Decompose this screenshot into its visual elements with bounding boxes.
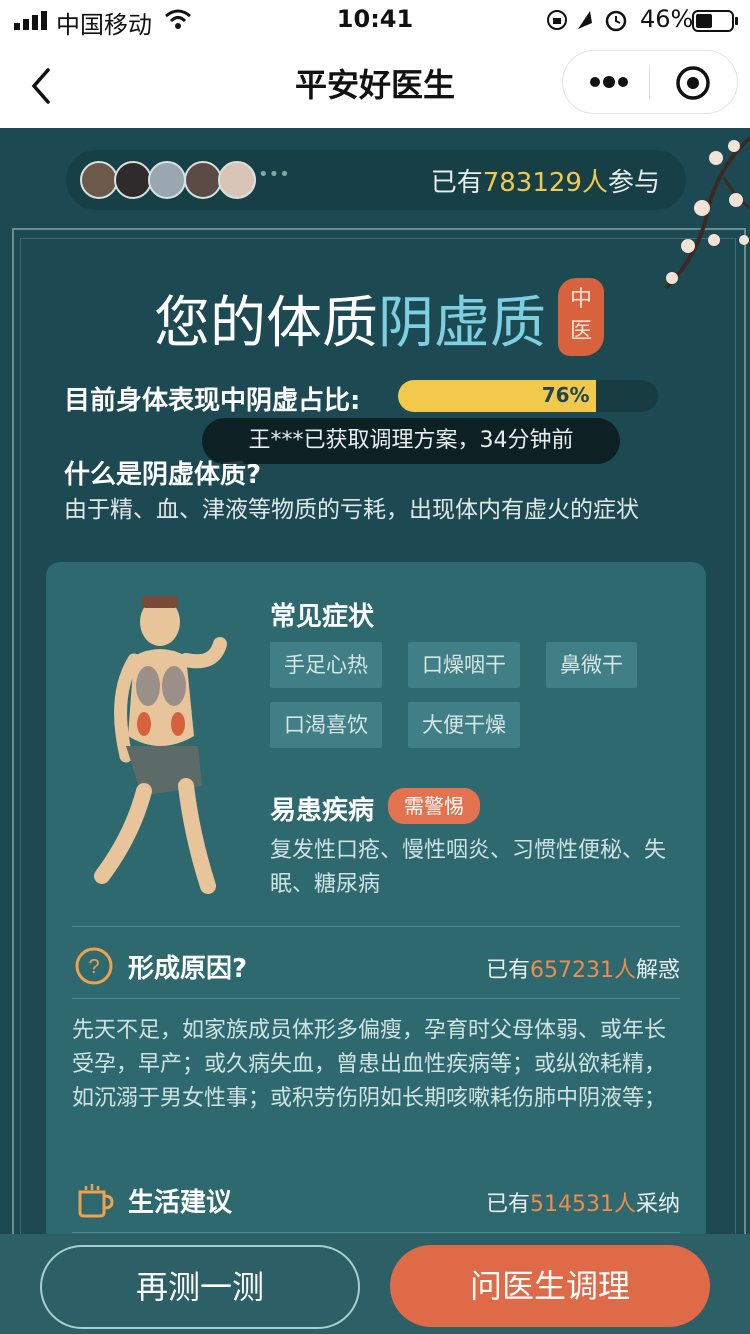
battery-percent: 46% (640, 5, 694, 33)
question-icon: ? (75, 947, 113, 985)
advice-count: 514531人 (530, 1192, 636, 1217)
divider (72, 1232, 680, 1233)
ratio-progress-fill: 76% (398, 380, 596, 412)
more-avatars-dots: ••• (258, 164, 290, 185)
participants-banner: ••• 已有783129人参与 (66, 150, 686, 210)
ratio-label: 目前身体表现中阴虚占比: (64, 386, 361, 416)
symptom-tag: 鼻微干 (546, 642, 637, 688)
svg-text:?: ? (88, 956, 99, 978)
avatar (80, 161, 118, 199)
avatar (184, 161, 222, 199)
mini-program-capsule (562, 50, 738, 114)
tcm-seal: 中 医 (558, 278, 604, 356)
advice-stats: 已有514531人采纳 (485, 1192, 680, 1217)
ratio-percent: 76% (541, 383, 590, 407)
symptoms-title: 常见症状 (270, 602, 375, 632)
navigation-bar: 平安好医生 (0, 40, 750, 128)
causes-stats: 已有657231人解惑 (485, 958, 680, 983)
advice-title: 生活建议 (128, 1188, 233, 1218)
avatar (218, 161, 256, 199)
capsule-divider (649, 65, 650, 99)
detail-card: 常见症状 手足心热 口燥咽干 鼻微干 口渴喜饮 大便干燥 易患疾病 需警惕 复发… (46, 562, 706, 1334)
divider (72, 998, 680, 999)
constitution-type: 阴虚质 (378, 291, 546, 356)
causes-row[interactable]: ? 形成原因? 已有657231人解惑 (72, 944, 680, 988)
consult-doctor-button[interactable]: 问医生调理 (390, 1245, 710, 1327)
symptom-tag: 手足心热 (270, 642, 382, 688)
symptom-tag: 口渴喜饮 (270, 702, 382, 748)
what-is-answer: 由于精、血、津液等物质的亏耗，出现体内有虚火的症状 (64, 497, 639, 523)
status-icons (547, 10, 627, 32)
divider (72, 926, 680, 927)
participants-count: 已有783129人参与 (430, 168, 660, 198)
participants-number: 783129人 (482, 168, 608, 198)
battery-icon (692, 10, 738, 32)
causes-count: 657231人 (530, 958, 636, 983)
causes-text: 先天不足，如家族成员体形多偏瘦，孕育时父母体弱、或年长受孕，早产；或久病失血，曾… (72, 1018, 667, 1111)
diseases-title: 易患疾病 (270, 796, 375, 826)
advice-row[interactable]: 生活建议 已有514531人采纳 (72, 1178, 680, 1222)
close-target-icon[interactable] (675, 65, 711, 101)
status-bar: 中国移动 10:41 46% (0, 0, 750, 40)
ratio-progress-bar: 76% (398, 380, 658, 412)
constitution-heading: 您的体质阴虚质 (154, 291, 546, 356)
clock: 10:41 (336, 5, 414, 33)
tea-cup-icon (78, 1184, 114, 1218)
activity-toast: 王***已获取调理方案，34分钟前 (202, 418, 620, 464)
avatar (148, 161, 186, 199)
symptom-tag: 大便干燥 (408, 702, 520, 748)
diseases-text: 复发性口疮、慢性咽炎、习惯性便秘、失眠、糖尿病 (270, 838, 667, 897)
more-icon[interactable] (589, 71, 629, 93)
causes-title: 形成原因? (128, 954, 248, 984)
tcm-body-illustration (94, 596, 227, 894)
warning-badge: 需警惕 (388, 788, 480, 824)
main-content: ••• 已有783129人参与 您的体质阴虚质 中 医 目前身体表现中阴虚占比:… (0, 128, 750, 1334)
avatar (114, 161, 152, 199)
retest-button[interactable]: 再测一测 (40, 1245, 360, 1329)
symptom-tag: 口燥咽干 (408, 642, 520, 688)
